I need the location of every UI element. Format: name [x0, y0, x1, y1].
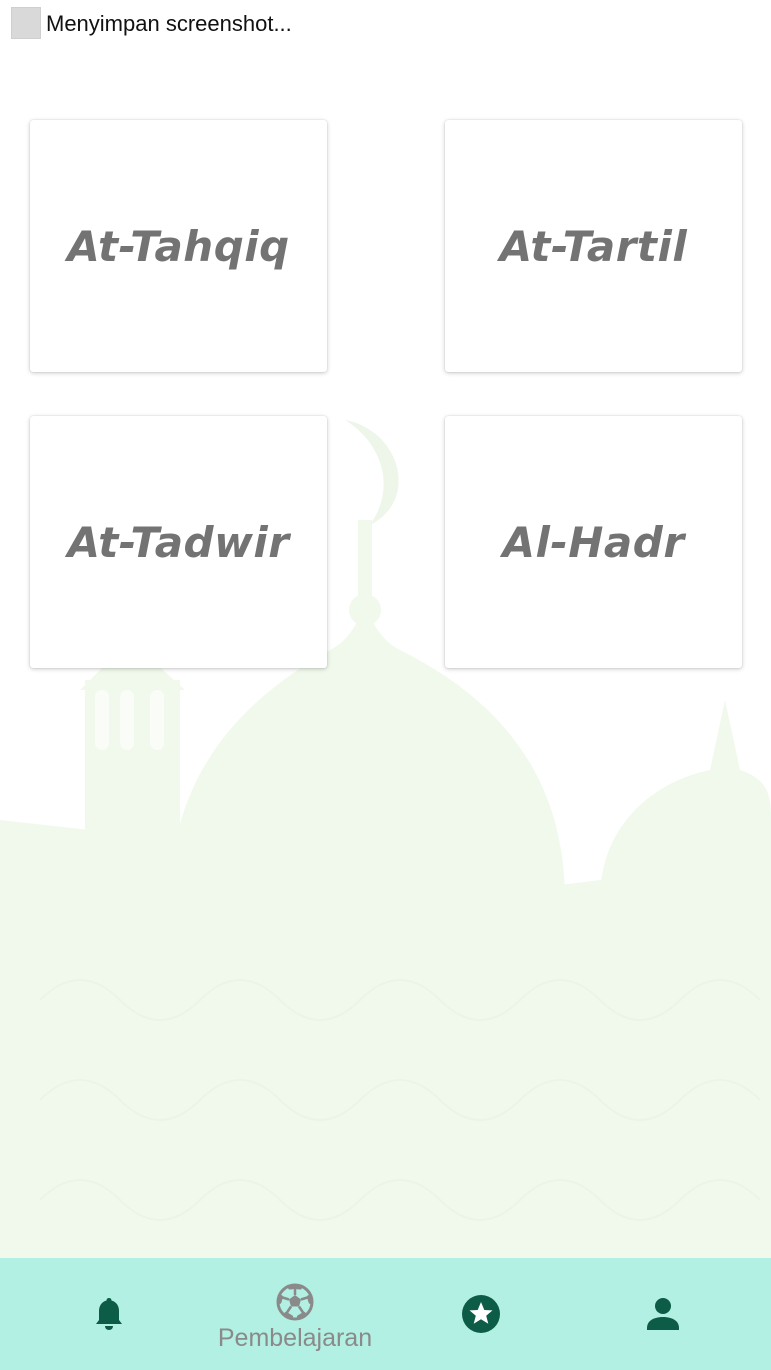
card-label: At-Tartil — [499, 221, 688, 271]
card-label: At-Tadwir — [67, 517, 290, 567]
card-at-tartil[interactable]: At-Tartil — [445, 120, 742, 372]
nav-item-pembelajaran[interactable]: Pembelajaran — [203, 1258, 387, 1370]
card-label: Al-Hadr — [502, 517, 685, 567]
card-label: At-Tahqiq — [67, 221, 290, 271]
status-text: Menyimpan screenshot... — [46, 11, 292, 36]
bottom-navigation: Pembelajaran — [0, 1258, 771, 1370]
nav-item-profile[interactable] — [572, 1258, 754, 1370]
person-icon — [647, 1298, 679, 1330]
screenshot-status-toast: Menyimpan screenshot... — [0, 0, 771, 46]
nav-label: Pembelajaran — [217, 1323, 373, 1352]
screenshot-thumbnail — [11, 7, 41, 39]
bell-icon — [96, 1298, 122, 1330]
card-al-hadr[interactable]: Al-Hadr — [445, 416, 742, 668]
nav-item-favorites[interactable] — [390, 1258, 572, 1370]
card-at-tadwir[interactable]: At-Tadwir — [30, 416, 327, 668]
star-circle-icon — [462, 1295, 500, 1333]
soccer-ball-icon — [276, 1283, 314, 1320]
nav-item-notifications[interactable] — [18, 1258, 200, 1370]
app-screen: Menyimpan screenshot... At-Tahqiq At-Tar… — [0, 0, 771, 1370]
card-at-tahqiq[interactable]: At-Tahqiq — [30, 120, 327, 372]
